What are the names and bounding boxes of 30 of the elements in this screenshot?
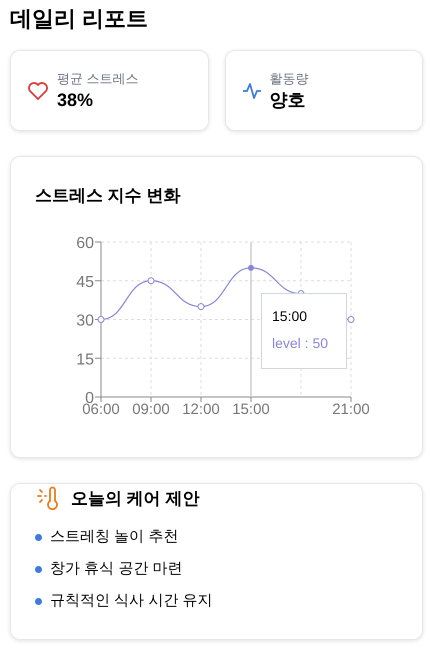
axis-label: 09:00 xyxy=(132,401,170,418)
card-title: 오늘의 케어 제안 xyxy=(71,488,200,510)
card-title: 스트레스 지수 변화 xyxy=(35,185,180,207)
stat-value: 양호 xyxy=(270,88,306,112)
axis-label: 60 xyxy=(76,235,94,252)
bullet-icon xyxy=(35,598,42,604)
stat-label: 활동량 xyxy=(270,70,308,88)
heart-icon xyxy=(27,80,49,100)
thermometer-icon xyxy=(35,486,61,512)
suggestion-text: 창가 휴식 공간 마련 xyxy=(50,559,183,579)
tooltip-title: 15:00 xyxy=(272,307,308,326)
data-point xyxy=(198,303,204,310)
axis-label: 15 xyxy=(76,351,94,368)
axis-label: 15:00 xyxy=(232,401,270,418)
bullet-icon xyxy=(35,566,42,572)
axis-label: 45 xyxy=(76,274,94,291)
axis-label: 21:00 xyxy=(332,401,370,418)
stat-label: 평균 스트레스 xyxy=(57,70,139,88)
suggestion-text: 스트레칭 놀이 추천 xyxy=(50,527,178,547)
page-title: 데일리 리포트 xyxy=(10,5,150,33)
bullet-icon xyxy=(35,534,42,540)
data-point xyxy=(248,264,254,271)
pulse-icon xyxy=(242,80,262,100)
suggestion-text: 규칙적인 식사 시간 유지 xyxy=(50,591,213,611)
data-point xyxy=(148,277,154,284)
axis-label: 12:00 xyxy=(182,401,220,418)
tooltip-value: level : 50 xyxy=(272,334,330,353)
axis-label: 30 xyxy=(76,312,94,330)
stat-value: 38% xyxy=(57,88,94,112)
data-point xyxy=(98,316,104,323)
